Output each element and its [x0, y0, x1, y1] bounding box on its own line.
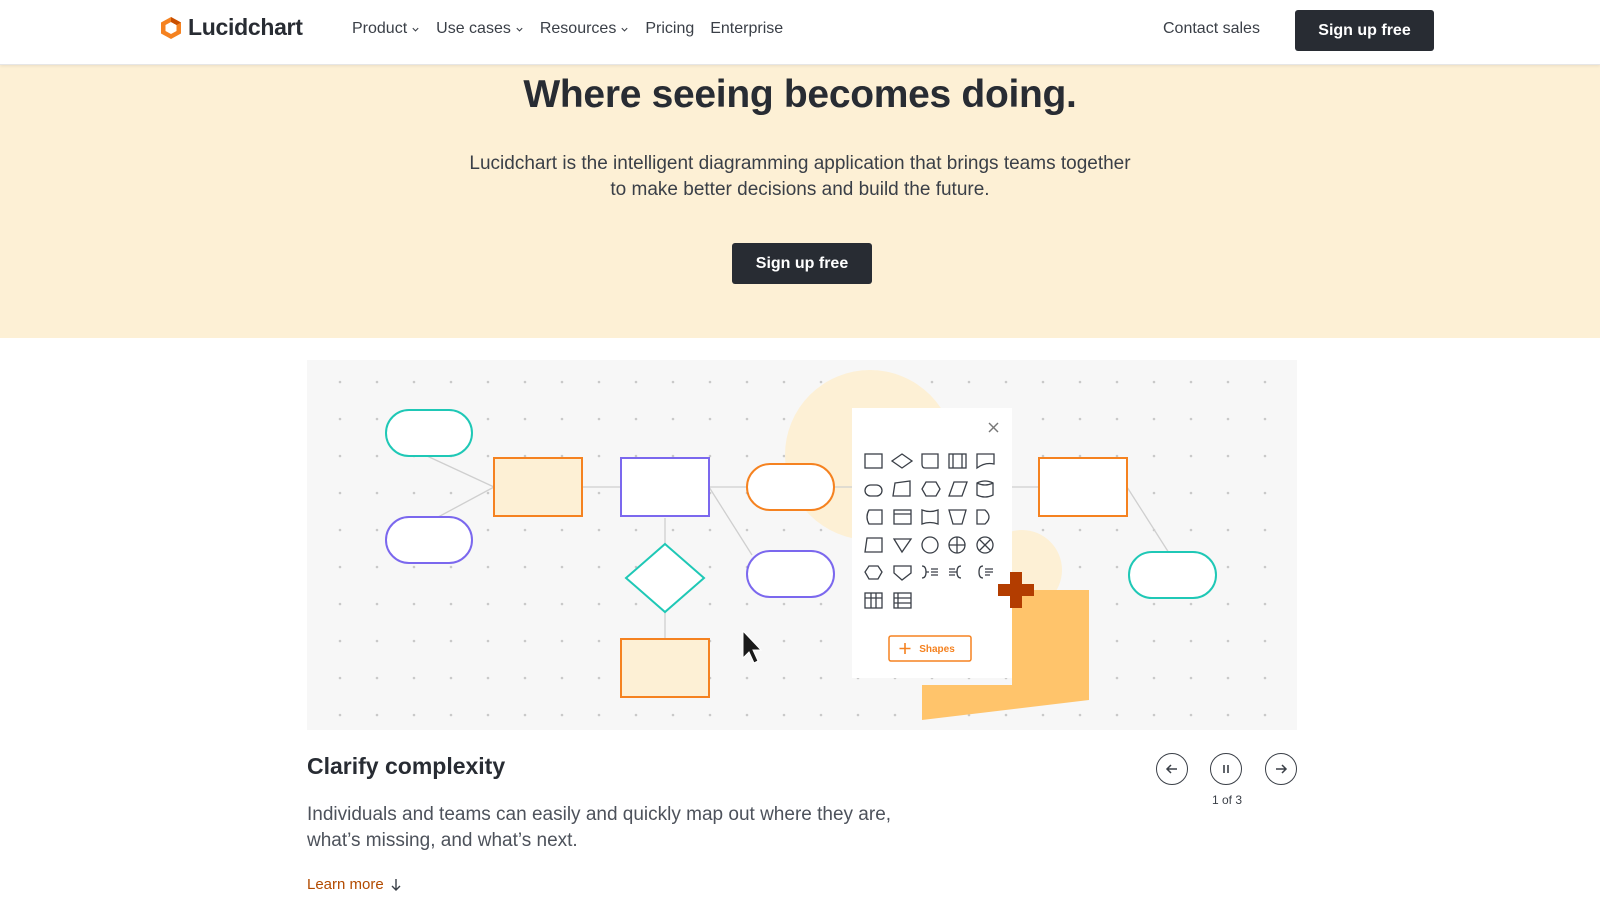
primary-nav: Product Use cases Resources Pricing Ente…	[352, 20, 783, 38]
node-terminal-orange	[746, 463, 835, 511]
nav-pricing-label: Pricing	[645, 20, 695, 37]
nav-product[interactable]: Product	[352, 20, 420, 38]
chevron-down-icon	[412, 27, 419, 32]
nav-use-cases-label: Use cases	[436, 20, 511, 37]
node-terminal-purple	[746, 550, 835, 598]
nav-pricing[interactable]: Pricing	[645, 20, 694, 38]
hero-subtitle: Lucidchart is the intelligent diagrammin…	[420, 151, 1180, 203]
carousel-slide-title: Clarify complexity	[307, 753, 506, 779]
arrow-down-icon	[391, 878, 401, 891]
carousel-counter: 1 of 3	[1211, 793, 1243, 807]
logo-text: Lucidchart	[188, 14, 303, 40]
hero-subtitle-line-2: to make better decisions and build the f…	[610, 179, 990, 200]
carousel-description-line-2: what’s missing, and what’s next.	[307, 830, 578, 851]
nav-enterprise[interactable]: Enterprise	[710, 20, 783, 38]
nav-enterprise-label: Enterprise	[710, 20, 784, 37]
chevron-down-icon	[621, 27, 628, 32]
arrow-left-icon	[1165, 764, 1177, 774]
node-process-1	[493, 457, 583, 517]
arrow-right-icon	[1276, 764, 1288, 774]
node-process-4	[1038, 457, 1128, 517]
nav-resources[interactable]: Resources	[540, 20, 629, 38]
carousel-pause-button[interactable]	[1210, 753, 1242, 785]
nav-sign-up-button[interactable]: Sign up free	[1295, 10, 1434, 51]
diagram-illustration: Shapes	[307, 360, 1297, 730]
hero-subtitle-line-1: Lucidchart is the intelligent diagrammin…	[469, 153, 1131, 174]
shapes-button[interactable]: Shapes	[888, 635, 972, 662]
node-start-top	[385, 409, 473, 457]
learn-more-link[interactable]: Learn more	[307, 876, 402, 893]
node-process-3	[620, 638, 710, 698]
lucidchart-logo[interactable]: Lucidchart	[160, 14, 303, 41]
carousel-description-line-1: Individuals and teams can easily and qui…	[307, 804, 892, 825]
node-end	[1128, 551, 1217, 599]
nav-resources-label: Resources	[539, 20, 617, 37]
carousel-next-button[interactable]	[1265, 753, 1297, 785]
node-start-bottom	[385, 516, 473, 564]
hero-title: Where seeing becomes doing.	[523, 73, 1077, 116]
diagram-canvas: Shapes	[307, 360, 1297, 730]
hero-sign-up-button[interactable]: Sign up free	[732, 243, 872, 284]
nav-use-cases[interactable]: Use cases	[436, 20, 524, 38]
pause-icon	[1223, 765, 1229, 773]
chevron-down-icon	[516, 27, 523, 32]
lucidchart-logo-icon	[161, 16, 181, 39]
top-navigation: Lucidchart Product Use cases Resources P…	[0, 0, 1600, 65]
shapes-button-label: Shapes	[919, 644, 955, 655]
learn-more-label: Learn more	[307, 876, 384, 893]
contact-sales-link[interactable]: Contact sales	[1163, 20, 1260, 38]
carousel-previous-button[interactable]	[1156, 753, 1188, 785]
hero-section: Where seeing becomes doing. Lucidchart i…	[0, 65, 1600, 338]
node-process-2	[620, 457, 710, 517]
carousel-slide-description: Individuals and teams can easily and qui…	[307, 802, 947, 854]
nav-product-label: Product	[352, 20, 408, 37]
